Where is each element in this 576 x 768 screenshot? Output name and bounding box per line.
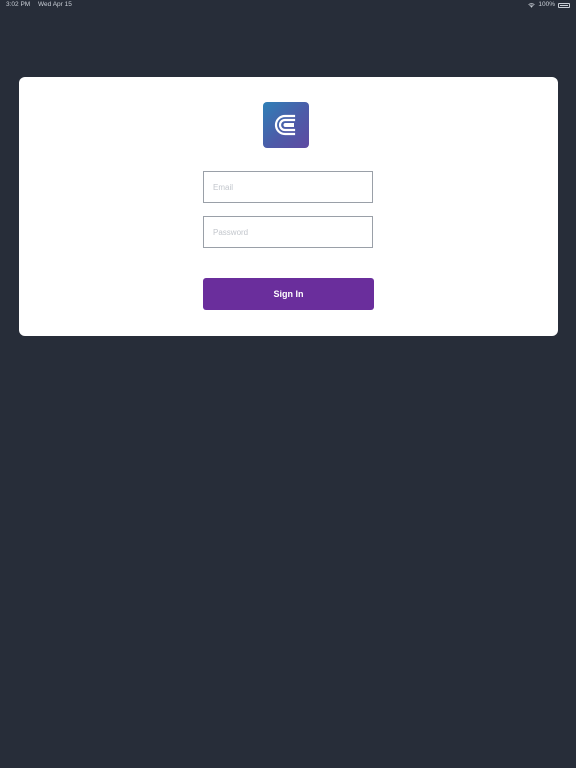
status-bar: 3:02 PM Wed Apr 15 100% xyxy=(0,0,576,10)
app-logo-icon xyxy=(263,102,309,148)
sign-in-button[interactable]: Sign In xyxy=(203,278,374,310)
status-bar-left: 3:02 PM Wed Apr 15 xyxy=(6,0,78,10)
status-time: 3:02 PM xyxy=(6,1,31,8)
password-field[interactable] xyxy=(203,216,373,248)
battery-icon xyxy=(558,2,570,8)
status-date: Wed Apr 15 xyxy=(38,1,72,8)
login-card: Sign In xyxy=(19,77,558,336)
status-bar-right: 100% xyxy=(528,0,570,10)
logo-mark xyxy=(274,114,296,136)
battery-percent: 100% xyxy=(538,1,555,8)
wifi-icon xyxy=(528,2,536,8)
email-field[interactable] xyxy=(203,171,373,203)
